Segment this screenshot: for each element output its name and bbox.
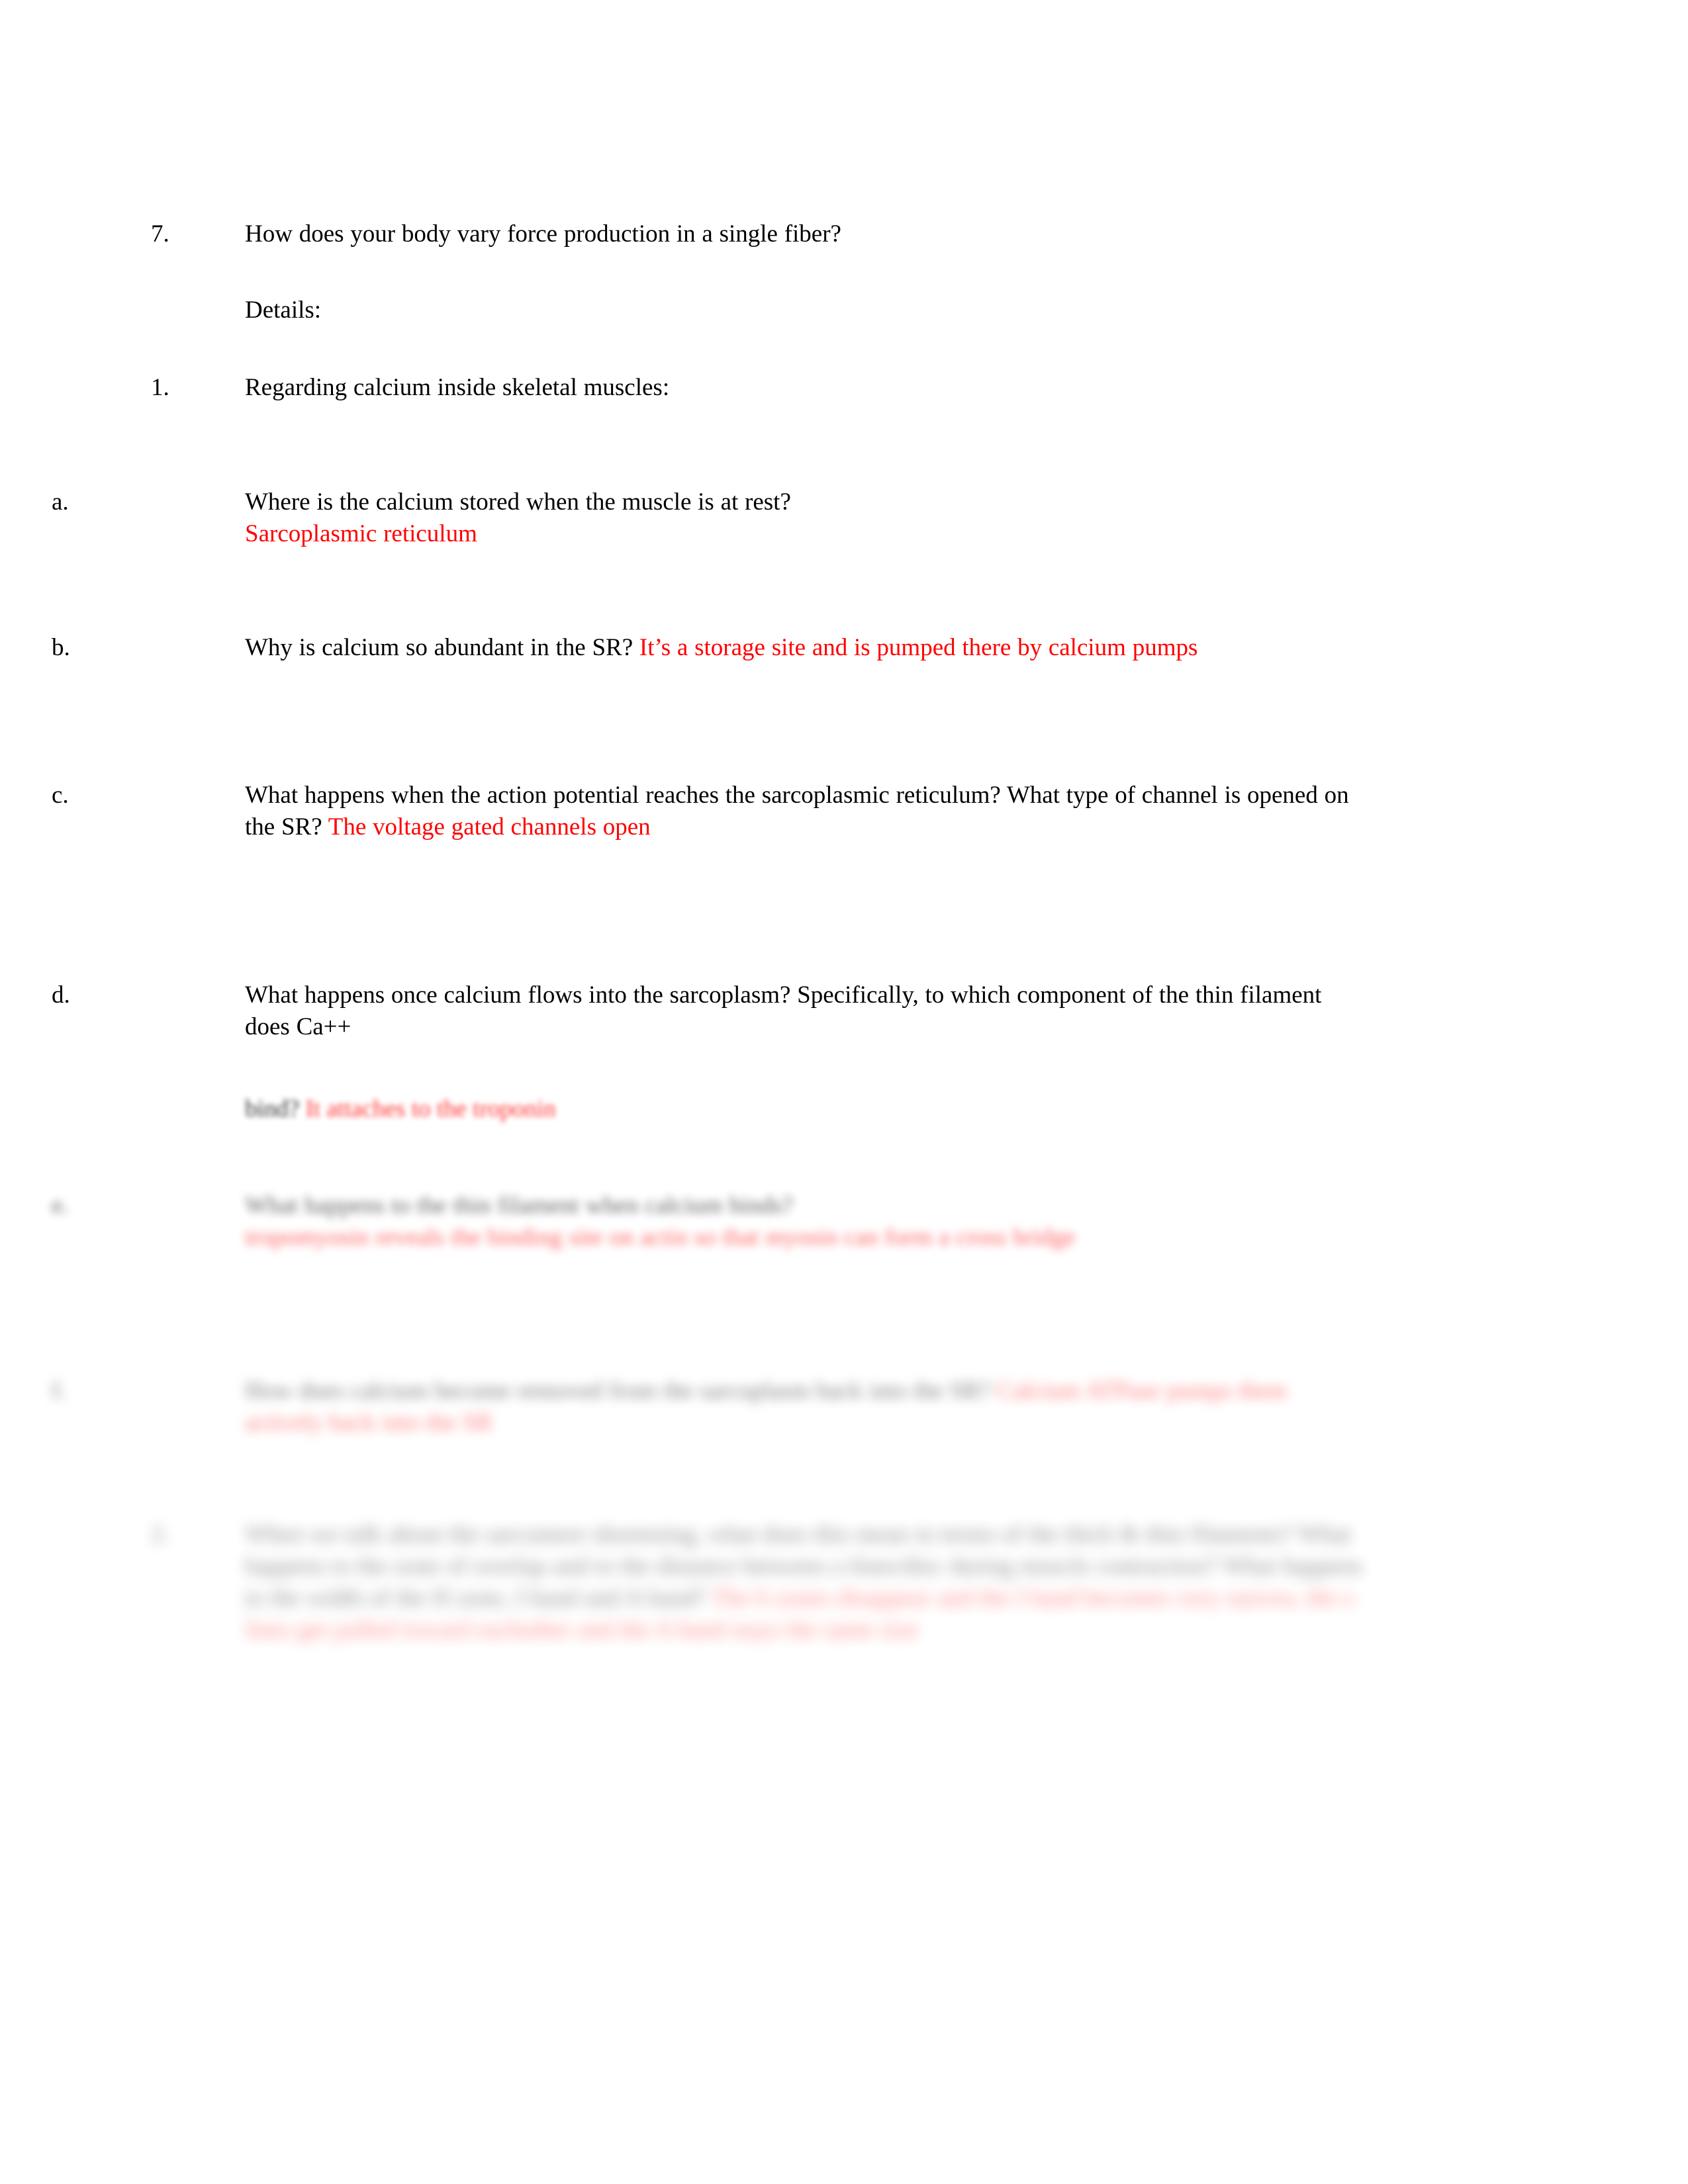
answer-text: tropomyosin reveals the binding site on … [245, 1224, 1076, 1251]
question-prompt-tail: bind? [245, 1095, 300, 1122]
question-prompt: Where is the calcium stored when the mus… [245, 488, 791, 516]
question-prompt: What happens to the thin filament when c… [245, 1192, 794, 1219]
list-marker: e. [52, 1192, 69, 1219]
question-text: What happens once calcium flows into the… [245, 981, 1322, 1040]
question-text: How does your body vary force production… [245, 220, 841, 248]
answer-text: It attaches to the troponin [305, 1095, 556, 1122]
list-marker: 7. [151, 220, 169, 248]
question-text: Regarding calcium inside skeletal muscle… [245, 374, 670, 401]
question-answer-line: bind? It attaches to the troponin [245, 1093, 1370, 1125]
list-marker: c. [52, 782, 69, 809]
answer-text: It’s a storage site and is pumped there … [639, 634, 1198, 661]
list-marker: f. [52, 1377, 66, 1404]
question-text: Where is the calcium stored when the mus… [245, 486, 1370, 550]
question-text: Details: [245, 296, 322, 324]
list-marker: a. [52, 488, 69, 516]
list-marker: b. [52, 634, 70, 661]
question-text: When we talk about the sarcomere shorten… [245, 1519, 1370, 1646]
question-text: Why is calcium so abundant in the SR? It… [245, 632, 1370, 664]
list-marker: 2. [151, 1521, 169, 1548]
answer-text: The voltage gated channels open [328, 813, 651, 841]
question-prompt: Why is calcium so abundant in the SR? [245, 634, 633, 661]
question-text: What happens when the action potential r… [245, 780, 1370, 843]
list-marker: 1. [151, 374, 169, 401]
question-text: How does calcium become removed from the… [245, 1375, 1370, 1439]
document-page: 7. How does your body vary force product… [0, 0, 1688, 2184]
question-text: What happens to the thin filament when c… [245, 1190, 1370, 1253]
answer-text: Sarcoplasmic reticulum [245, 520, 477, 547]
list-marker: d. [52, 981, 70, 1009]
question-prompt: How does calcium become removed from the… [245, 1377, 991, 1404]
